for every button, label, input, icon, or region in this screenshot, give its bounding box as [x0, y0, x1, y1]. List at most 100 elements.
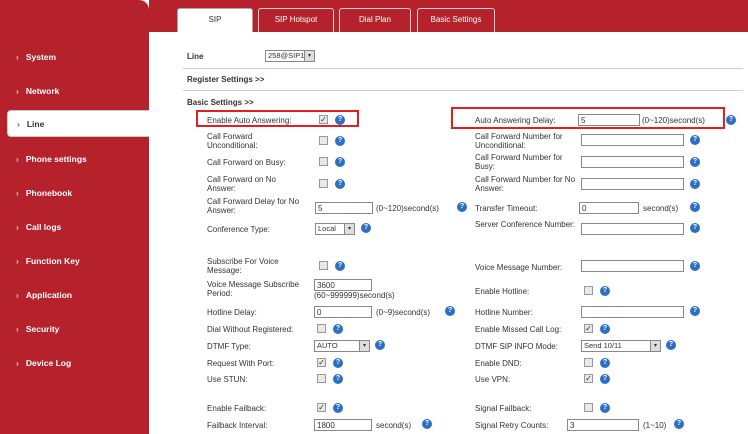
auto-answering-delay-input[interactable] — [578, 114, 640, 126]
use-vpn-label: Use VPN: — [475, 375, 511, 384]
enable-hotline-checkbox[interactable] — [584, 286, 593, 295]
request-with-port-label: Request With Port: — [207, 359, 275, 368]
call-forward-delay-input[interactable] — [315, 202, 373, 214]
sidebar-item-device-log[interactable]: › Device Log — [16, 356, 71, 370]
call-forward-number-unconditional-input[interactable] — [581, 134, 684, 146]
tab-sip[interactable]: SIP — [177, 8, 253, 32]
subscribe-voice-message-checkbox[interactable] — [319, 261, 328, 270]
dtmf-type-select[interactable]: AUTO ▾ — [314, 340, 370, 352]
sidebar-item-phone-settings[interactable]: › Phone settings — [16, 152, 87, 166]
help-icon[interactable]: ? — [600, 374, 610, 384]
sidebar-item-system[interactable]: › System — [16, 50, 56, 64]
call-forward-number-no-answer-label: Call Forward Number for No Answer: — [475, 175, 576, 193]
help-icon[interactable]: ? — [333, 403, 343, 413]
chevron-right-icon: › — [16, 358, 19, 368]
enable-dnd-checkbox[interactable] — [584, 358, 593, 367]
divider — [183, 90, 743, 91]
voice-message-subscribe-period-range: (60~999999)second(s) — [314, 291, 395, 300]
call-forward-number-busy-input[interactable] — [581, 156, 684, 168]
help-icon[interactable]: ? — [690, 306, 700, 316]
tab-dial-plan[interactable]: Dial Plan — [339, 8, 411, 32]
help-icon[interactable]: ? — [361, 223, 371, 233]
request-with-port-checkbox[interactable]: ✓ — [317, 358, 326, 367]
sidebar-item-application[interactable]: › Application — [16, 288, 72, 302]
help-icon[interactable]: ? — [690, 261, 700, 271]
enable-missed-call-log-checkbox[interactable]: ✓ — [584, 324, 593, 333]
conference-type-select[interactable]: Local ▾ — [315, 223, 355, 235]
help-icon[interactable]: ? — [375, 340, 385, 350]
help-icon[interactable]: ? — [674, 419, 684, 429]
voice-message-number-input[interactable] — [581, 260, 684, 272]
server-conference-number-label: Server Conference Number: — [475, 220, 576, 229]
help-icon[interactable]: ? — [333, 358, 343, 368]
help-icon[interactable]: ? — [333, 374, 343, 384]
help-icon[interactable]: ? — [422, 419, 432, 429]
server-conference-number-input[interactable] — [581, 223, 684, 235]
help-icon[interactable]: ? — [690, 202, 700, 212]
sidebar-item-call-logs[interactable]: › Call logs — [16, 220, 61, 234]
signal-retry-counts-input[interactable] — [567, 419, 639, 431]
voice-message-subscribe-period-input[interactable] — [314, 279, 372, 291]
help-icon[interactable]: ? — [335, 179, 345, 189]
sidebar-item-network[interactable]: › Network — [16, 84, 59, 98]
help-icon[interactable]: ? — [690, 223, 700, 233]
enable-auto-answering-checkbox[interactable]: ✓ — [319, 115, 328, 124]
dtmf-sip-info-mode-select[interactable]: Send 10/11 ▾ — [581, 340, 661, 352]
help-icon[interactable]: ? — [335, 136, 345, 146]
help-icon[interactable]: ? — [335, 261, 345, 271]
sidebar-item-line[interactable]: › Line — [17, 117, 44, 131]
call-forward-unconditional-checkbox[interactable] — [319, 136, 328, 145]
enable-failback-checkbox[interactable]: ✓ — [317, 403, 326, 412]
help-icon[interactable]: ? — [457, 202, 467, 212]
call-forward-busy-checkbox[interactable] — [319, 157, 328, 166]
help-icon[interactable]: ? — [445, 306, 455, 316]
sidebar-item-security[interactable]: › Security — [16, 322, 59, 336]
failback-interval-input[interactable] — [314, 419, 372, 431]
chevron-right-icon: › — [16, 324, 19, 334]
transfer-timeout-unit: second(s) — [643, 204, 679, 213]
help-icon[interactable]: ? — [335, 157, 345, 167]
chevron-right-icon: › — [16, 256, 19, 266]
help-icon[interactable]: ? — [666, 340, 676, 350]
help-icon[interactable]: ? — [600, 286, 610, 296]
tab-sip-hotspot[interactable]: SIP Hotspot — [258, 8, 334, 32]
sidebar-item-line-active[interactable]: › Line — [7, 110, 156, 137]
transfer-timeout-input[interactable] — [579, 202, 639, 214]
help-icon[interactable]: ? — [726, 115, 736, 125]
sidebar-item-function-key[interactable]: › Function Key — [16, 254, 80, 268]
check-icon: ✓ — [320, 115, 327, 124]
help-icon[interactable]: ? — [690, 135, 700, 145]
dtmf-sip-info-mode-label: DTMF SIP INFO Mode: — [475, 342, 558, 351]
tab-basic-settings[interactable]: Basic Settings — [417, 8, 495, 32]
sidebar-item-phonebook[interactable]: › Phonebook — [16, 186, 72, 200]
dropdown-arrow-icon: ▾ — [359, 341, 369, 351]
help-icon[interactable]: ? — [690, 179, 700, 189]
check-icon: ✓ — [585, 374, 592, 383]
hotline-number-input[interactable] — [581, 306, 684, 318]
conference-type-label: Conference Type: — [207, 225, 271, 234]
help-icon[interactable]: ? — [333, 324, 343, 334]
dial-without-registered-checkbox[interactable] — [317, 324, 326, 333]
help-icon[interactable]: ? — [600, 324, 610, 334]
voice-message-subscribe-period-label: Voice Message Subscribe Period: — [207, 280, 300, 298]
chevron-right-icon: › — [16, 86, 19, 96]
use-stun-checkbox[interactable] — [317, 374, 326, 383]
help-icon[interactable]: ? — [600, 358, 610, 368]
dropdown-arrow-icon: ▾ — [304, 51, 314, 61]
use-vpn-checkbox[interactable]: ✓ — [584, 374, 593, 383]
auto-answering-delay-label: Auto Answering Delay: — [475, 116, 556, 125]
line-select[interactable]: 258@SIP1 ▾ — [265, 50, 315, 62]
help-icon[interactable]: ? — [600, 403, 610, 413]
call-forward-number-no-answer-input[interactable] — [581, 178, 684, 190]
divider — [183, 68, 743, 69]
register-settings-link[interactable]: Register Settings >> — [187, 75, 264, 84]
call-forward-no-answer-checkbox[interactable] — [319, 179, 328, 188]
transfer-timeout-label: Transfer Timeout: — [475, 204, 538, 213]
hotline-delay-input[interactable] — [314, 306, 372, 318]
signal-retry-counts-range: (1~10) — [643, 421, 667, 430]
help-icon[interactable]: ? — [335, 115, 345, 125]
help-icon[interactable]: ? — [690, 157, 700, 167]
chevron-right-icon: › — [16, 290, 19, 300]
signal-failback-checkbox[interactable] — [584, 403, 593, 412]
sidebar: › System › Network › Line › Phone settings ›… — [0, 0, 156, 434]
